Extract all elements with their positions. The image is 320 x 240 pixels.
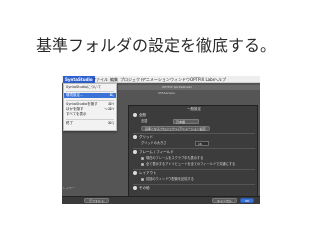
grid-size-input[interactable]: 16 bbox=[195, 141, 209, 146]
layout-option-1[interactable]: 前回のウィンドウ配置を記憶する bbox=[141, 177, 194, 182]
menu-animation[interactable]: アニメーション bbox=[142, 76, 170, 83]
divider bbox=[133, 148, 255, 149]
menu-window[interactable]: ウィンドウ bbox=[170, 76, 190, 83]
menu-help[interactable]: ヘルプ bbox=[214, 76, 226, 83]
menu-separator bbox=[66, 91, 114, 92]
cancel-button[interactable]: キャンセル bbox=[212, 198, 238, 203]
menu-separator bbox=[66, 100, 114, 101]
section-grid[interactable]: グリッド bbox=[133, 135, 153, 140]
menu-edit[interactable]: 編集 bbox=[110, 76, 118, 83]
menu-project[interactable]: プロジェクト bbox=[120, 76, 144, 83]
divider bbox=[133, 169, 255, 170]
frame-option-2[interactable]: 全て表示するアトリビュートを全てのフィールドで共通にする bbox=[141, 162, 235, 167]
collapse-icon bbox=[133, 186, 137, 190]
default-button[interactable]: デフォルト bbox=[84, 198, 110, 203]
section-frame[interactable]: フレーム / フィールド bbox=[133, 150, 174, 155]
language-select[interactable]: 日本語 bbox=[173, 119, 199, 124]
base-settings-button[interactable]: 基準となるプロジェクト/アニメーション設定 bbox=[141, 126, 210, 131]
preferences-dialog: 一般設定 全般 言語 日本語 基準となるプロジェクト/アニメーション設定 グリッ… bbox=[128, 105, 258, 204]
menu-file[interactable]: ファイル bbox=[92, 76, 108, 83]
menu-item-show-all[interactable]: すべてを表示 bbox=[64, 112, 116, 117]
dialog-button-bar: デフォルト キャンセル OK bbox=[62, 196, 260, 204]
layer-panel-label: レイヤー bbox=[63, 186, 75, 190]
section-layout[interactable]: レイアウト bbox=[133, 171, 157, 176]
app-toolbar: OPTPiX SpriteStudio bbox=[118, 85, 260, 90]
menu-item-quit[interactable]: 終了 ⌘Q bbox=[64, 121, 116, 126]
menu-app[interactable]: SyntaStudio bbox=[63, 76, 95, 83]
menu-optpix-labs[interactable]: OPTPiX Labs bbox=[190, 76, 215, 83]
checkbox[interactable] bbox=[141, 177, 144, 181]
section-other[interactable]: その他 bbox=[133, 186, 150, 191]
frame-option-1[interactable]: 現在のフレームをスクラブ中も表示する bbox=[141, 156, 203, 161]
app-menu-dropdown: SyntaStudioについて 環境設定... ⌘, SyntaStudioを隠… bbox=[63, 83, 117, 131]
screenshot: OPTPiX SpriteStudio SS5Sample レイヤー 一般設定 … bbox=[62, 76, 260, 204]
ok-button[interactable]: OK bbox=[240, 198, 255, 203]
menu-bar: SyntaStudio ファイル 編集 プロジェクト アニメーション ウィンドウ… bbox=[62, 76, 260, 83]
slide-title: 基準フォルダの設定を徹底する。 bbox=[36, 36, 277, 55]
checkbox[interactable] bbox=[141, 162, 144, 166]
divider bbox=[133, 133, 255, 134]
collapse-icon bbox=[133, 113, 137, 117]
collapse-icon bbox=[133, 135, 137, 139]
document-title: SS5Sample bbox=[158, 91, 175, 95]
menu-item-about[interactable]: SyntaStudioについて bbox=[64, 85, 116, 90]
menu-separator bbox=[66, 119, 114, 120]
collapse-icon bbox=[133, 150, 137, 154]
divider bbox=[133, 184, 255, 185]
section-general[interactable]: 全般 bbox=[133, 113, 146, 118]
language-label: 言語 bbox=[141, 119, 148, 123]
collapse-icon bbox=[133, 171, 137, 175]
menu-item-preferences[interactable]: 環境設定... ⌘, bbox=[64, 93, 116, 98]
grid-size-label: グリッドの大きさ bbox=[141, 141, 167, 145]
dialog-title: 一般設定 bbox=[187, 107, 201, 111]
app-toolbar-title: OPTPiX SpriteStudio bbox=[162, 85, 193, 89]
checkbox[interactable] bbox=[141, 156, 144, 160]
